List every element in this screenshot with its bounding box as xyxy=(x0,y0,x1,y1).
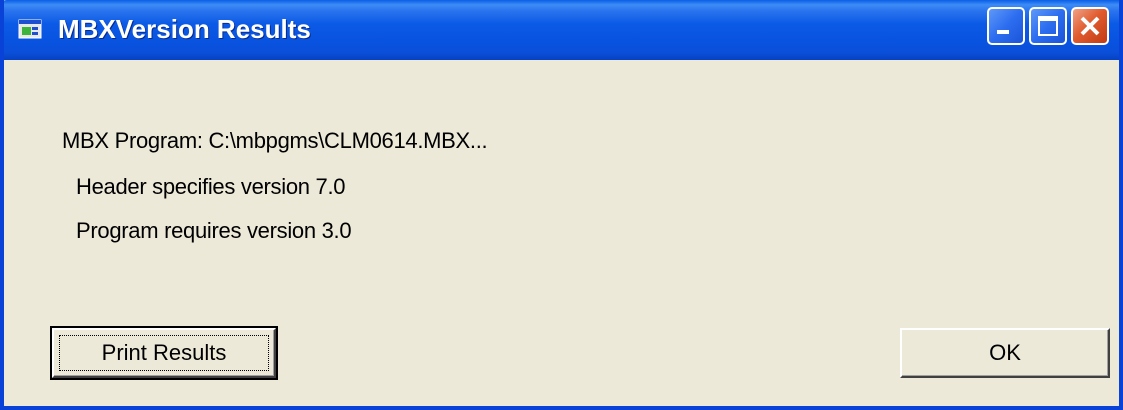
app-window-icon xyxy=(18,19,42,39)
focus-ring xyxy=(59,335,269,371)
maximize-button[interactable] xyxy=(1029,7,1067,45)
title-bar[interactable]: MBXVersion Results xyxy=(4,0,1119,60)
program-path-label: MBX Program: C:\mbpgms\CLM0614.MBX... xyxy=(62,128,488,153)
maximize-icon xyxy=(1038,16,1058,36)
header-version-label: Header specifies version 7.0 xyxy=(76,174,346,199)
print-results-button[interactable]: Print Results xyxy=(50,326,278,380)
dialog-window: MBXVersion Results MBX Program: C:\mbpgm… xyxy=(0,0,1123,410)
required-version-label: Program requires version 3.0 xyxy=(76,218,352,243)
minimize-button[interactable] xyxy=(987,7,1025,45)
window-title: MBXVersion Results xyxy=(58,14,311,44)
close-icon xyxy=(1080,16,1100,36)
ok-button[interactable]: OK xyxy=(900,328,1110,378)
ok-label: OK xyxy=(989,340,1021,365)
minimize-icon xyxy=(997,30,1009,34)
close-button[interactable] xyxy=(1071,7,1109,45)
